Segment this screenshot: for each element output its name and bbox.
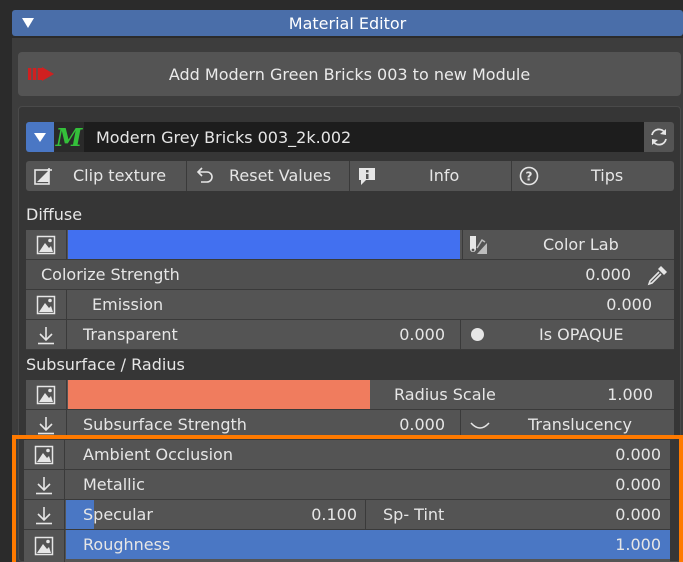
colorize-strength-row[interactable]: Colorize Strength 0.000 (26, 260, 674, 290)
question-icon: ? (518, 165, 540, 191)
chevron-down-icon (34, 133, 46, 142)
color-lab-label: Color Lab (543, 235, 619, 254)
add-to-module-button[interactable]: Add Modern Green Bricks 003 to new Modul… (18, 52, 681, 96)
download-arrow-icon[interactable] (24, 500, 65, 529)
reset-values-label: Reset Values (229, 166, 332, 185)
roughness-slider[interactable]: Roughness 1.000 (66, 530, 670, 562)
subsurface-strength-slider[interactable]: Subsurface Strength 0.000 (68, 410, 460, 439)
undo-icon (193, 165, 215, 191)
download-arrow-icon[interactable] (24, 470, 65, 499)
color-lab-button[interactable]: Color Lab (462, 230, 674, 259)
specular-label: Specular (83, 505, 153, 524)
specular-value: 0.100 (311, 505, 357, 524)
radio-dot-icon (471, 328, 484, 341)
ambient-occlusion-row[interactable]: Ambient Occlusion 0.000 (24, 440, 670, 470)
translucency-toggle[interactable]: Translucency (460, 410, 674, 439)
specular-row: Specular 0.100 Sp- Tint 0.000 (24, 500, 670, 530)
transparent-row: Transparent 0.000 Is OPAQUE (26, 320, 674, 350)
reset-values-button[interactable]: Reset Values (187, 161, 350, 191)
ambient-occlusion-value: 0.000 (615, 445, 661, 464)
metallic-row[interactable]: Metallic 0.000 (24, 470, 670, 500)
tips-button[interactable]: ? Tips (512, 161, 674, 191)
diffuse-color-swatch[interactable] (68, 230, 460, 259)
translucency-curve-icon (469, 418, 491, 437)
image-texture-icon[interactable] (24, 530, 65, 562)
color-lab-icon (467, 234, 489, 260)
sp-tint-label: Sp- Tint (383, 505, 445, 524)
subsurface-section-label: Subsurface / Radius (26, 355, 185, 374)
subsurface-strength-label: Subsurface Strength (83, 415, 247, 434)
is-opaque-label: Is OPAQUE (539, 325, 624, 344)
diffuse-color-row: Color Lab (26, 230, 674, 260)
emission-label: Emission (92, 295, 164, 314)
roughness-label: Roughness (83, 535, 171, 554)
radius-scale-label: Radius Scale (394, 385, 496, 404)
info-icon (356, 165, 378, 191)
emission-value: 0.000 (606, 295, 652, 314)
metallic-value: 0.000 (615, 475, 661, 494)
subsurface-color-row: Radius Scale 1.000 (26, 380, 674, 410)
download-arrow-icon[interactable] (26, 410, 67, 439)
subsurface-strength-row: Subsurface Strength 0.000 Translucency (26, 410, 674, 440)
transparent-slider[interactable]: Transparent 0.000 (68, 320, 460, 349)
red-arrow-icon (26, 65, 56, 87)
translucency-label: Translucency (528, 415, 632, 434)
collapse-triangle-icon[interactable] (22, 18, 34, 28)
transparent-label: Transparent (83, 325, 178, 344)
emission-row[interactable]: Emission 0.000 (26, 290, 674, 320)
roughness-row: Roughness 1.000 (24, 530, 670, 562)
add-button-label: Add Modern Green Bricks 003 to new Modul… (168, 64, 531, 84)
specular-slider[interactable]: Specular 0.100 (66, 500, 366, 529)
panel-header-material-editor[interactable]: Material Editor (12, 10, 683, 36)
info-button[interactable]: Info (350, 161, 512, 191)
image-texture-icon[interactable] (26, 290, 67, 319)
material-dropdown-button[interactable] (26, 122, 54, 152)
ambient-occlusion-label: Ambient Occlusion (83, 445, 233, 464)
clip-texture-label: Clip texture (73, 166, 167, 185)
transparent-value: 0.000 (399, 325, 445, 344)
image-texture-icon[interactable] (24, 440, 65, 469)
refresh-icon (651, 128, 667, 146)
refresh-material-button[interactable] (644, 122, 674, 152)
svg-text:?: ? (526, 170, 533, 184)
clip-texture-icon (32, 165, 54, 191)
material-name-field[interactable]: Modern Grey Bricks 003_2k.002 (84, 122, 644, 152)
download-arrow-icon[interactable] (26, 320, 67, 349)
colorize-strength-value: 0.000 (585, 265, 631, 284)
radius-scale-value: 1.000 (607, 385, 653, 404)
eyedropper-icon[interactable] (646, 263, 670, 291)
is-opaque-toggle[interactable]: Is OPAQUE (460, 320, 674, 349)
material-logo-icon: M (54, 122, 84, 152)
clip-texture-button[interactable]: Clip texture (26, 161, 187, 191)
material-name: Modern Grey Bricks 003_2k.002 (96, 127, 352, 147)
info-label: Info (429, 166, 460, 185)
sp-tint-value: 0.000 (615, 505, 661, 524)
subsurface-color-swatch[interactable] (68, 380, 370, 409)
metallic-label: Metallic (83, 475, 145, 494)
tips-label: Tips (591, 166, 624, 185)
colorize-strength-label: Colorize Strength (41, 265, 180, 284)
diffuse-section-label: Diffuse (26, 205, 83, 224)
subsurface-strength-value: 0.000 (399, 415, 445, 434)
image-texture-icon[interactable] (26, 380, 67, 409)
panel-title: Material Editor (288, 13, 407, 33)
sp-tint-slider[interactable]: Sp- Tint 0.000 (367, 500, 670, 529)
roughness-value: 1.000 (615, 535, 661, 554)
radius-scale-slider[interactable]: Radius Scale 1.000 (370, 380, 674, 409)
image-texture-icon[interactable] (26, 230, 67, 259)
material-toolbar: Clip texture Reset Values Info ? Tips (26, 161, 674, 191)
